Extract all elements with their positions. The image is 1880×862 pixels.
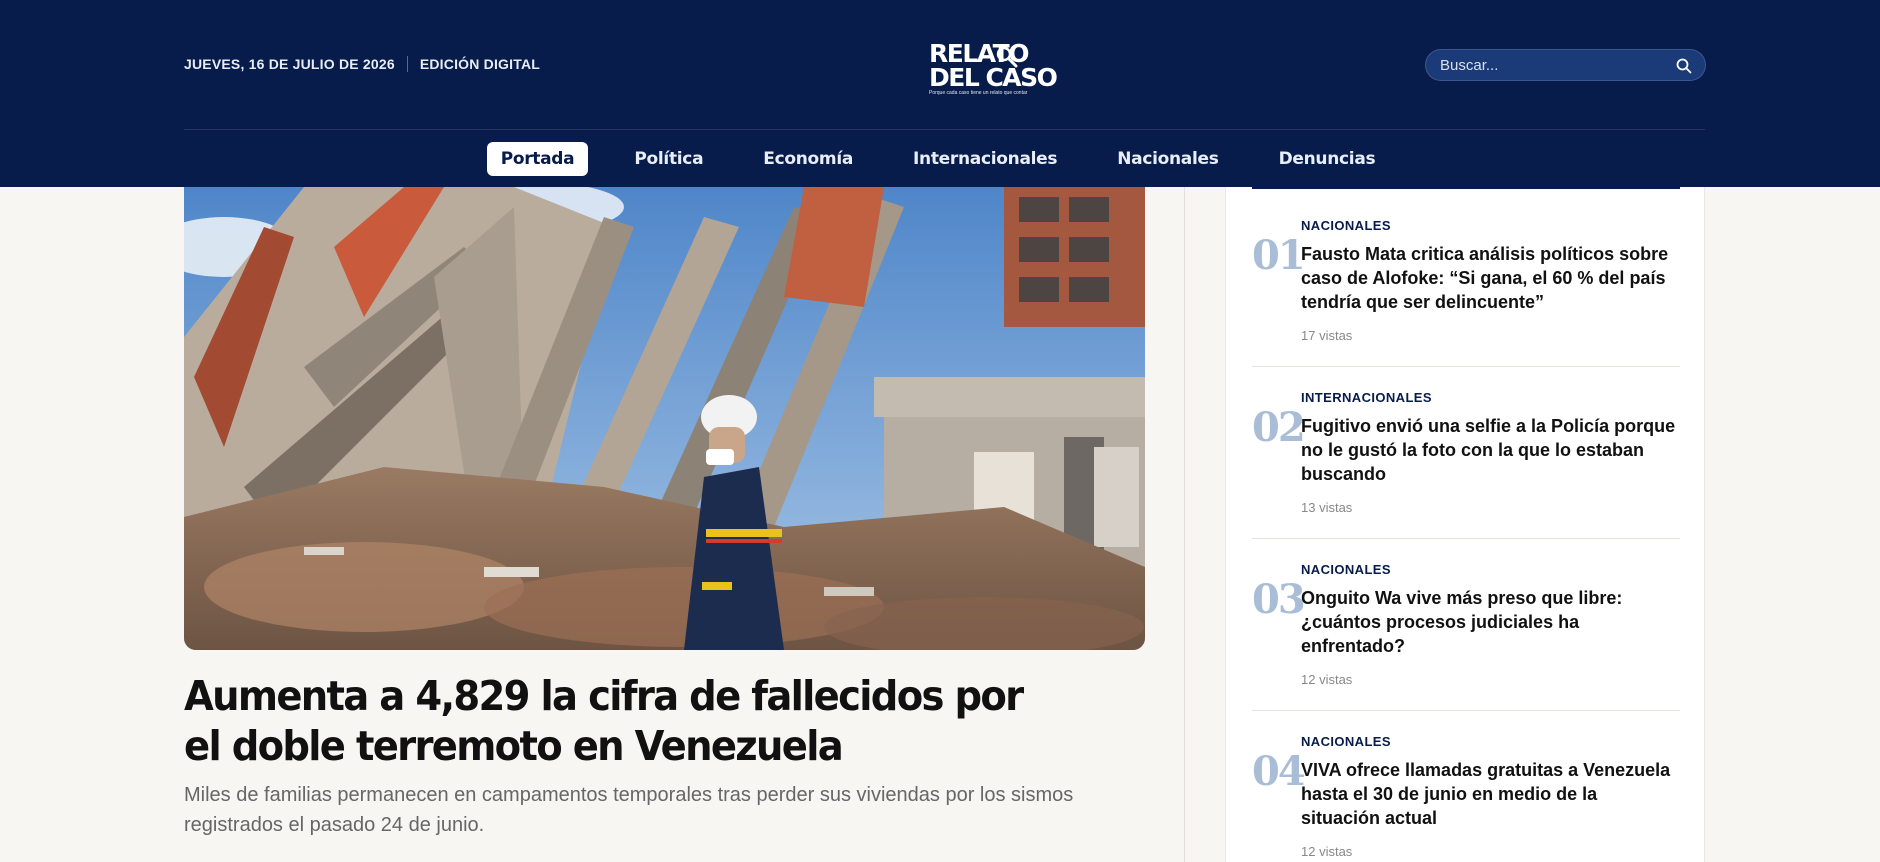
nav-item-portada[interactable]: Portada bbox=[486, 142, 589, 176]
hero-image[interactable] bbox=[184, 187, 1145, 650]
item-divider bbox=[1252, 538, 1680, 539]
edition-label: EDICIÓN DIGITAL bbox=[419, 56, 541, 72]
date-separator bbox=[406, 56, 408, 72]
header-topbar: JUEVES, 16 DE JULIO DE 2026 EDICIÓN DIGI… bbox=[184, 0, 1706, 130]
nav-item-denuncias[interactable]: Denuncias bbox=[1265, 142, 1390, 176]
item-divider bbox=[1252, 710, 1680, 711]
category-label[interactable]: NACIONALES bbox=[1301, 218, 1391, 233]
search-icon[interactable] bbox=[1675, 57, 1693, 75]
view-count: 13 vistas bbox=[1301, 500, 1353, 515]
article-title[interactable]: Fausto Mata critica análisis políticos s… bbox=[1301, 242, 1681, 314]
article-title[interactable]: VIVA ofrece llamadas gratuitas a Venezue… bbox=[1301, 758, 1681, 830]
site-logo[interactable]: RELATO DEL CASO Porque cada caso tiene u… bbox=[929, 41, 1059, 98]
nav-item-politica[interactable]: Política bbox=[620, 142, 717, 176]
item-divider bbox=[1252, 366, 1680, 367]
column-divider bbox=[1184, 187, 1185, 862]
nav-list: Portada Política Economía Internacionale… bbox=[486, 142, 1390, 176]
date-block: JUEVES, 16 DE JULIO DE 2026 EDICIÓN DIGI… bbox=[184, 56, 540, 72]
article-title[interactable]: Onguito Wa vive más preso que libre: ¿cu… bbox=[1301, 586, 1681, 658]
rank-number: 04 bbox=[1252, 748, 1306, 795]
main-headline[interactable]: Aumenta a 4,829 la cifra de fallecidos p… bbox=[184, 671, 1068, 771]
magnifier-logo-icon bbox=[996, 46, 1018, 68]
rank-number: 02 bbox=[1252, 404, 1306, 451]
logo-line-2: DEL CASO bbox=[929, 63, 1058, 92]
article-title[interactable]: Fugitivo envió una selfie a la Policía p… bbox=[1301, 414, 1681, 486]
category-label[interactable]: INTERNACIONALES bbox=[1301, 390, 1432, 405]
search-box bbox=[1425, 49, 1706, 81]
nav-item-economia[interactable]: Economía bbox=[749, 142, 867, 176]
sidebar-top-rule bbox=[1252, 187, 1680, 189]
category-label[interactable]: NACIONALES bbox=[1301, 734, 1391, 749]
search-input[interactable] bbox=[1440, 50, 1660, 80]
category-label[interactable]: NACIONALES bbox=[1301, 562, 1391, 577]
nav-item-internacionales[interactable]: Internacionales bbox=[899, 142, 1071, 176]
rank-number: 03 bbox=[1252, 576, 1306, 623]
earthquake-scene-image bbox=[184, 187, 1145, 650]
main-dek: Miles de familias permanecen en campamen… bbox=[184, 784, 1074, 836]
view-count: 17 vistas bbox=[1301, 328, 1353, 343]
view-count: 12 vistas bbox=[1301, 844, 1353, 859]
main-nav: Portada Política Economía Internacionale… bbox=[0, 131, 1880, 187]
view-count: 12 vistas bbox=[1301, 672, 1353, 687]
current-date: JUEVES, 16 DE JULIO DE 2026 bbox=[184, 56, 395, 72]
most-read-sidebar: 01 NACIONALES Fausto Mata critica anális… bbox=[1225, 187, 1705, 862]
site-header: JUEVES, 16 DE JULIO DE 2026 EDICIÓN DIGI… bbox=[0, 0, 1880, 187]
rank-number: 01 bbox=[1252, 232, 1306, 279]
nav-item-nacionales[interactable]: Nacionales bbox=[1103, 142, 1232, 176]
